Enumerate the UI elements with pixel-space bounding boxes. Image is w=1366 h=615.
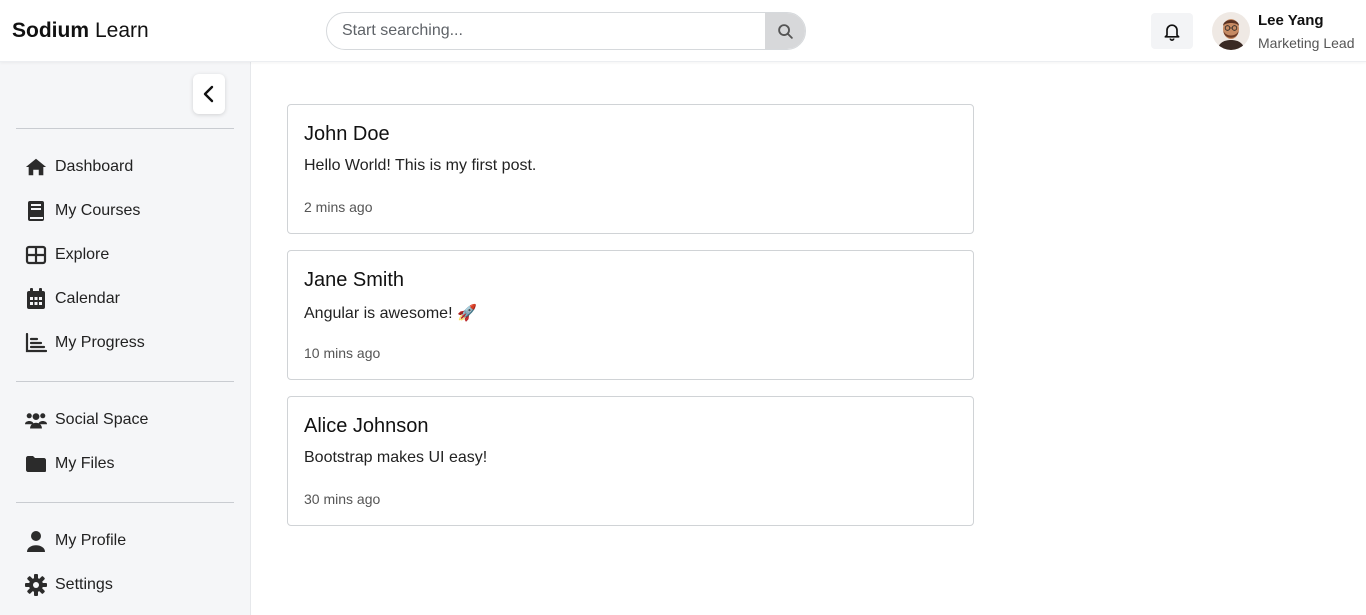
post-card: Alice Johnson Bootstrap makes UI easy! 3…	[287, 396, 974, 526]
sidebar-item-my-files[interactable]: My Files	[16, 446, 234, 482]
book-icon	[25, 200, 47, 222]
post-timestamp: 30 mins ago	[304, 491, 381, 507]
sidebar-item-label: My Courses	[55, 202, 141, 219]
post-card: John Doe Hello World! This is my first p…	[287, 104, 974, 234]
sidebar-item-calendar[interactable]: Calendar	[16, 281, 234, 317]
search-icon	[777, 23, 793, 39]
post-content: Hello World! This is my first post.	[304, 157, 537, 174]
search-bar	[326, 12, 806, 50]
calendar-icon	[25, 288, 47, 310]
sidebar-item-dashboard[interactable]: Dashboard	[16, 149, 234, 185]
sidebar-item-my-profile[interactable]: My Profile	[16, 523, 234, 559]
sidebar-item-label: My Profile	[55, 532, 127, 549]
user-icon	[25, 530, 47, 552]
sidebar-item-label: My Progress	[55, 334, 145, 351]
post-author: John Doe	[304, 123, 390, 145]
sidebar-divider	[16, 381, 234, 382]
post-author: Jane Smith	[304, 269, 405, 291]
sidebar: Dashboard My Courses Explore Calendar My…	[0, 62, 251, 615]
user-name: Lee Yang	[1258, 12, 1324, 29]
post-timestamp: 2 mins ago	[304, 199, 373, 215]
sidebar-item-settings[interactable]: Settings	[16, 567, 234, 603]
bar-chart-icon	[25, 333, 47, 353]
grid-icon	[25, 245, 47, 265]
post-content: Angular is awesome! 🚀	[304, 305, 477, 322]
notifications-button[interactable]	[1151, 13, 1193, 49]
sidebar-divider	[16, 502, 234, 503]
post-content: Bootstrap makes UI easy!	[304, 449, 488, 466]
sidebar-item-explore[interactable]: Explore	[16, 237, 234, 273]
home-icon	[25, 157, 47, 177]
avatar[interactable]	[1212, 12, 1250, 50]
sidebar-item-label: Social Space	[55, 411, 149, 428]
brand-suffix: Learn	[95, 19, 149, 42]
sidebar-divider	[16, 128, 234, 129]
sidebar-item-label: Dashboard	[55, 158, 134, 175]
sidebar-collapse-button[interactable]	[193, 74, 225, 114]
folder-icon	[25, 455, 47, 473]
post-timestamp: 10 mins ago	[304, 345, 381, 361]
gear-icon	[25, 574, 47, 596]
search-input[interactable]	[327, 13, 767, 49]
sidebar-item-label: Settings	[55, 576, 113, 593]
user-role: Marketing Lead	[1258, 35, 1355, 51]
sidebar-item-social-space[interactable]: Social Space	[16, 402, 234, 438]
brand-logo[interactable]: Sodium Learn	[12, 19, 149, 43]
top-navbar: Sodium Learn Lee Yang Marketing Lead	[0, 0, 1366, 62]
users-icon	[25, 410, 47, 430]
brand-name: Sodium	[12, 19, 89, 42]
post-author: Alice Johnson	[304, 415, 429, 437]
post-card: Jane Smith Angular is awesome! 🚀 10 mins…	[287, 250, 974, 380]
search-button[interactable]	[765, 13, 805, 49]
sidebar-item-label: My Files	[55, 455, 115, 472]
sidebar-item-label: Calendar	[55, 290, 120, 307]
sidebar-item-my-courses[interactable]: My Courses	[16, 193, 234, 229]
chevron-left-icon	[203, 85, 214, 103]
sidebar-item-label: Explore	[55, 246, 110, 263]
sidebar-item-my-progress[interactable]: My Progress	[16, 325, 234, 361]
bell-icon	[1164, 24, 1180, 41]
